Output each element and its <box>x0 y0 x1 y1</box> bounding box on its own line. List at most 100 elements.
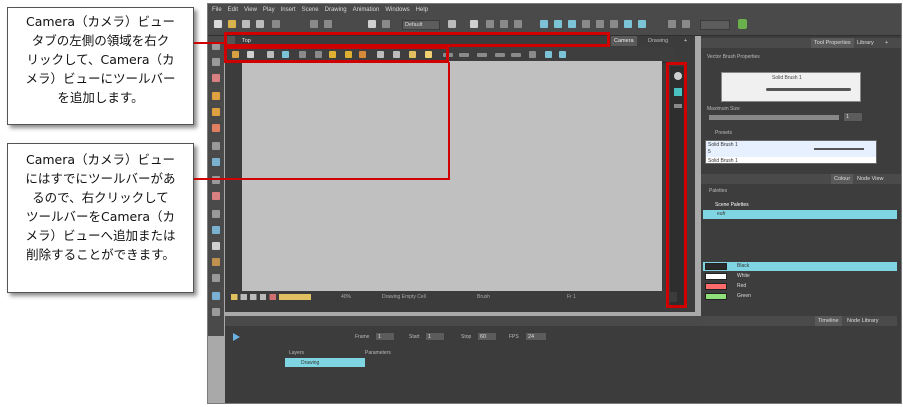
blank-select[interactable] <box>700 20 730 30</box>
play-icon[interactable] <box>233 333 240 341</box>
tool-i-icon[interactable] <box>610 20 618 28</box>
new-icon[interactable] <box>214 20 222 28</box>
zoom-tool-icon[interactable] <box>212 226 220 234</box>
view-tool-15-icon[interactable] <box>495 53 505 57</box>
max-size-slider[interactable] <box>709 115 839 120</box>
tool-m-icon[interactable] <box>682 20 690 28</box>
tool-l-icon[interactable] <box>668 20 676 28</box>
pen-tool-icon[interactable] <box>212 292 220 300</box>
onion-skin-icon[interactable] <box>540 20 548 28</box>
start-label: Start <box>409 334 420 340</box>
tab-node-view[interactable]: Node View <box>857 174 884 184</box>
tool-f-icon[interactable] <box>568 20 576 28</box>
workspace-icon[interactable] <box>448 20 456 28</box>
open-icon[interactable] <box>228 20 236 28</box>
menu-insert[interactable]: Insert <box>281 7 296 13</box>
view-tool-18-icon[interactable] <box>545 51 552 58</box>
tool-b-icon[interactable] <box>486 20 494 28</box>
tab-drawing[interactable]: Drawing <box>645 36 671 46</box>
add-tab-icon[interactable]: + <box>681 36 690 46</box>
tab-timeline[interactable]: Timeline <box>815 316 842 326</box>
menu-file[interactable]: File <box>212 7 222 13</box>
workspace-preset-select[interactable]: Default <box>402 20 440 30</box>
view-tool-19-icon[interactable] <box>559 51 566 58</box>
tool-e-icon[interactable] <box>554 20 562 28</box>
swatch-row-white[interactable]: White <box>703 272 897 281</box>
menu-help[interactable]: Help <box>416 7 428 13</box>
menu-edit[interactable]: Edit <box>228 7 238 13</box>
add-tab-icon-right[interactable]: + <box>885 38 888 48</box>
dropper-tool-icon[interactable] <box>212 210 220 218</box>
callout-bottom-line5: メラ）ビューへ追加または <box>25 228 176 243</box>
swatch-row-black[interactable]: Black <box>703 262 897 271</box>
tools-toolbar <box>208 36 224 336</box>
hand-tool-icon[interactable] <box>212 242 220 250</box>
palette-row[interactable]: eufr <box>703 210 897 219</box>
redo-icon[interactable] <box>324 20 332 28</box>
stroke-tool-icon[interactable] <box>212 192 220 200</box>
fps-input[interactable]: 24 <box>525 332 547 341</box>
preset-item-2-name[interactable]: Solid Brush 1 <box>708 158 738 164</box>
undo-icon[interactable] <box>310 20 318 28</box>
start-input[interactable]: 1 <box>425 332 445 341</box>
callout-bottom-line2: にはすでにツールバーがあ <box>25 171 176 186</box>
tool-g-icon[interactable] <box>582 20 590 28</box>
swatch-row-red[interactable]: Red <box>703 282 897 291</box>
contour-tool-icon[interactable] <box>212 58 220 66</box>
menu-windows[interactable]: Windows <box>385 7 409 13</box>
tool-h-icon[interactable] <box>596 20 604 28</box>
transform-tool-icon[interactable] <box>212 274 220 282</box>
tool-c-icon[interactable] <box>500 20 508 28</box>
camera-viewport-canvas[interactable] <box>242 61 662 291</box>
save-icon[interactable] <box>242 20 250 28</box>
morph-tool-icon[interactable] <box>212 258 220 266</box>
tab-library[interactable]: Library <box>857 38 874 48</box>
delete-icon[interactable] <box>368 20 376 28</box>
brush-tool-icon[interactable] <box>212 74 220 82</box>
swatch-red-label: Red <box>737 283 747 289</box>
menu-drawing[interactable]: Drawing <box>325 7 347 13</box>
highlight-side-toolbar <box>666 62 687 308</box>
pencil-tool-icon[interactable] <box>212 92 220 100</box>
max-size-input[interactable]: 1 <box>843 112 863 122</box>
eraser-tool-icon[interactable] <box>212 124 220 132</box>
copy-icon[interactable] <box>382 20 390 28</box>
layer-header: Layers Parameters <box>225 348 701 358</box>
bone-tool-icon[interactable] <box>212 308 220 316</box>
stop-input[interactable]: 60 <box>477 332 497 341</box>
callout-add-toolbar: Camera（カメラ）ビュー タブの左側の領域を右ク リックして、Camera（… <box>7 7 194 125</box>
view-tool-16-icon[interactable] <box>511 53 521 57</box>
view-tool-17-icon[interactable] <box>529 51 536 58</box>
vector-brush-properties-title: Vector Brush Properties <box>707 54 760 60</box>
save-all-icon[interactable] <box>256 20 264 28</box>
paint-tool-icon[interactable] <box>212 108 220 116</box>
tool-a-icon[interactable] <box>470 20 478 28</box>
rectangle-tool-icon[interactable] <box>212 158 220 166</box>
view-tool-13-icon[interactable] <box>459 53 469 57</box>
preset-item-1[interactable]: Solid Brush 1 5 <box>706 141 876 157</box>
swatch-row-green[interactable]: Green <box>703 292 897 301</box>
menu-scene[interactable]: Scene <box>302 7 319 13</box>
current-frame: Fr 1 <box>567 294 576 300</box>
swatch-black-label: Black <box>737 263 750 269</box>
frame-input[interactable]: 1 <box>375 332 395 341</box>
tab-camera[interactable]: Camera <box>611 36 637 46</box>
view-tool-14-icon[interactable] <box>477 53 487 57</box>
layer-row-drawing[interactable]: Drawing <box>225 358 701 367</box>
brush-preview[interactable]: Solid Brush 1 <box>721 72 861 102</box>
menu-animation[interactable]: Animation <box>353 7 380 13</box>
highlight-view-toolbar <box>224 46 449 63</box>
tool-d-icon[interactable] <box>514 20 522 28</box>
brush-icon[interactable] <box>738 19 747 29</box>
tool-k-icon[interactable] <box>638 20 646 28</box>
text-tool-icon[interactable] <box>212 142 220 150</box>
zoom-level[interactable]: 40% <box>341 292 351 302</box>
tab-tool-properties[interactable]: Tool Properties <box>811 38 854 48</box>
cut-icon[interactable] <box>272 20 280 28</box>
menu-play[interactable]: Play <box>263 7 275 13</box>
tab-node-library[interactable]: Node Library <box>847 316 879 326</box>
tab-colour[interactable]: Colour <box>831 174 854 184</box>
tool-j-icon[interactable] <box>624 20 632 28</box>
layers-label: Layers <box>289 350 305 356</box>
menu-view[interactable]: View <box>244 7 257 13</box>
